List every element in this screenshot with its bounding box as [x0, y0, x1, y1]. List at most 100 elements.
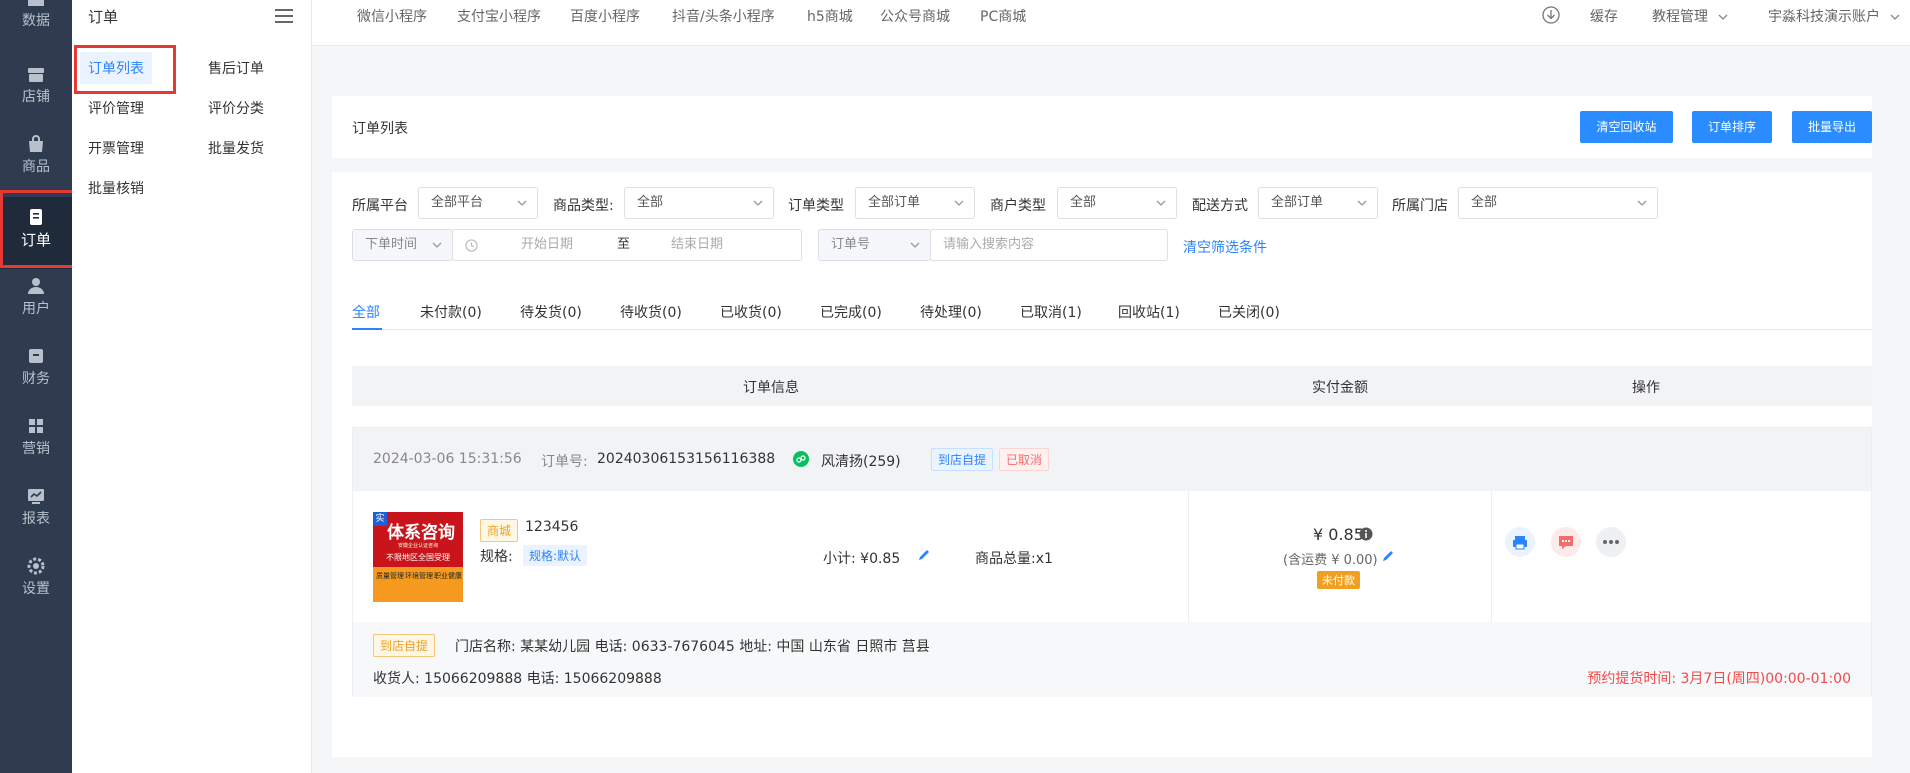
spec-label: 规格: — [480, 549, 513, 565]
subnav-item-review[interactable]: 评价管理 — [80, 92, 152, 124]
receiver-info: 收货人: 15066209888 电话: 15066209888 — [373, 671, 662, 687]
tab-to-ship[interactable]: 待发货(0) — [520, 302, 582, 322]
page-title: 订单列表 — [352, 121, 408, 137]
product-thumbnail[interactable]: 实 体系咨询 安徽企业认证咨询 不限地区全国受理 质量管理 环境管理 职业健康 — [373, 512, 463, 602]
tab-all[interactable]: 全部 — [352, 302, 380, 322]
order-user[interactable]: 风清扬(259) — [821, 451, 901, 471]
column-order-info: 订单信息 — [743, 380, 799, 396]
edit-pencil-icon[interactable] — [1381, 549, 1395, 563]
column-paid-amount: 实付金额 — [1312, 380, 1368, 396]
sidebar-item-reports[interactable]: 报表 — [0, 486, 72, 556]
sidebar-item-orders[interactable]: 订单 — [0, 197, 72, 269]
tab-official-account[interactable]: 公众号商城 — [880, 6, 950, 26]
chevron-down-icon — [910, 242, 920, 248]
order-sort-button[interactable]: 订单排序 — [1692, 111, 1772, 143]
icon-sidebar: 数据 店铺 商品 订单 用户 财务 营销 报表 设置 — [0, 0, 72, 773]
chevron-down-icon — [1156, 200, 1166, 206]
tab-douyin[interactable]: 抖音/头条小程序 — [672, 6, 775, 26]
sidebar-item-label: 营销 — [22, 441, 50, 457]
download-icon[interactable] — [1542, 6, 1560, 24]
store-select-value: 全部 — [1471, 195, 1498, 210]
order-type-select-value: 全部订单 — [868, 195, 921, 210]
sidebar-item-label: 报表 — [22, 511, 50, 527]
user-icon — [28, 278, 44, 294]
platform-label: 所属平台 — [352, 198, 408, 214]
payment-status-badge: 未付款 — [1317, 571, 1360, 589]
tab-alipay[interactable]: 支付宝小程序 — [457, 6, 541, 26]
message-button[interactable] — [1551, 527, 1581, 557]
page-header-card: 订单列表 清空回收站 订单排序 批量导出 — [332, 96, 1872, 158]
info-icon[interactable] — [1359, 527, 1373, 541]
tab-to-receive[interactable]: 待收货(0) — [620, 302, 682, 322]
subnav-item-invoice[interactable]: 开票管理 — [80, 132, 152, 164]
chevron-down-icon — [1357, 200, 1367, 206]
sidebar-item-data[interactable]: 数据 — [0, 0, 72, 58]
delivery-label: 配送方式 — [1192, 198, 1248, 214]
tab-baidu[interactable]: 百度小程序 — [570, 6, 640, 26]
chevron-down-icon — [517, 200, 527, 206]
subnav-item-review-category[interactable]: 评价分类 — [200, 92, 272, 124]
sidebar-item-store[interactable]: 店铺 — [0, 64, 72, 134]
time-type-select[interactable]: 下单时间 — [352, 229, 453, 261]
tab-wechat[interactable]: 微信小程序 — [357, 6, 427, 26]
tab-h5[interactable]: h5商城 — [807, 6, 853, 26]
store-select[interactable]: 全部 — [1458, 187, 1658, 219]
more-dots-icon — [1603, 540, 1619, 544]
tab-pending[interactable]: 待处理(0) — [920, 302, 982, 322]
tab-divider — [352, 329, 1872, 330]
sidebar-item-users[interactable]: 用户 — [0, 276, 72, 346]
search-input[interactable]: 请输入搜索内容 — [930, 229, 1168, 261]
clear-filters-link[interactable]: 清空筛选条件 — [1183, 237, 1267, 257]
chevron-down-icon — [1718, 14, 1728, 20]
cancelled-tag: 已取消 — [999, 448, 1050, 471]
more-button[interactable] — [1596, 527, 1626, 557]
batch-export-button[interactable]: 批量导出 — [1792, 111, 1872, 143]
tab-received[interactable]: 已收货(0) — [720, 302, 782, 322]
tutorial-menu[interactable]: 教程管理 — [1652, 6, 1728, 26]
sidebar-item-finance[interactable]: 财务 — [0, 346, 72, 416]
platform-select[interactable]: 全部平台 — [418, 187, 538, 219]
thumb-item-3: 职业健康 — [434, 572, 462, 580]
shop-tag: 商城 — [480, 519, 519, 542]
subnav-item-batch-ship[interactable]: 批量发货 — [200, 132, 272, 164]
tab-recycle[interactable]: 回收站(1) — [1118, 302, 1180, 322]
date-range-picker[interactable]: 开始日期 至 结束日期 — [452, 229, 802, 261]
menu-toggle-icon[interactable] — [275, 8, 293, 24]
order-no: 20240306153156116388 — [597, 451, 776, 467]
column-divider — [1188, 491, 1189, 622]
tab-cancelled[interactable]: 已取消(1) — [1020, 302, 1082, 322]
clear-recycle-bin-button[interactable]: 清空回收站 — [1580, 111, 1673, 143]
cache-link[interactable]: 缓存 — [1590, 6, 1618, 26]
merchant-type-select[interactable]: 全部 — [1057, 187, 1177, 219]
print-button[interactable] — [1505, 527, 1535, 557]
grid-icon — [29, 419, 43, 433]
chart-icon — [28, 489, 44, 504]
sidebar-item-goods[interactable]: 商品 — [0, 134, 72, 204]
goods-type-select[interactable]: 全部 — [624, 187, 774, 219]
sidebar-item-settings[interactable]: 设置 — [0, 556, 72, 626]
pickup-tag: 到店自提 — [931, 448, 994, 471]
chevron-down-icon — [954, 200, 964, 206]
subnav-item-after-sale[interactable]: 售后订单 — [200, 52, 272, 84]
sidebar-item-marketing[interactable]: 营销 — [0, 416, 72, 486]
order-card-footer: 到店自提 门店名称: 某某幼儿园 电话: 0633-7676045 地址: 中国… — [353, 622, 1871, 697]
order-no-label: 订单号: — [541, 454, 588, 470]
edit-pencil-icon[interactable] — [917, 548, 931, 562]
comment-icon — [1559, 536, 1573, 549]
account-menu[interactable]: 宇淼科技演示账户 — [1768, 6, 1900, 26]
delivery-select[interactable]: 全部订单 — [1258, 187, 1378, 219]
home-icon — [28, 0, 44, 6]
tab-pc[interactable]: PC商城 — [980, 6, 1026, 26]
search-type-select[interactable]: 订单号 — [818, 229, 931, 261]
order-table-header: 订单信息 实付金额 操作 — [352, 366, 1872, 406]
subnav-item-batch-verify[interactable]: 批量核销 — [80, 172, 152, 204]
goods-name[interactable]: 123456 — [525, 519, 578, 535]
account-label: 宇淼科技演示账户 — [1768, 9, 1880, 25]
tab-completed[interactable]: 已完成(0) — [820, 302, 882, 322]
subnav-item-order-list[interactable]: 订单列表 — [80, 52, 152, 84]
goods-quantity: 商品总量:x1 — [975, 551, 1053, 567]
tab-closed[interactable]: 已关闭(0) — [1218, 302, 1280, 322]
order-type-select[interactable]: 全部订单 — [855, 187, 975, 219]
tab-unpaid[interactable]: 未付款(0) — [420, 302, 482, 322]
bag-icon — [29, 135, 43, 152]
